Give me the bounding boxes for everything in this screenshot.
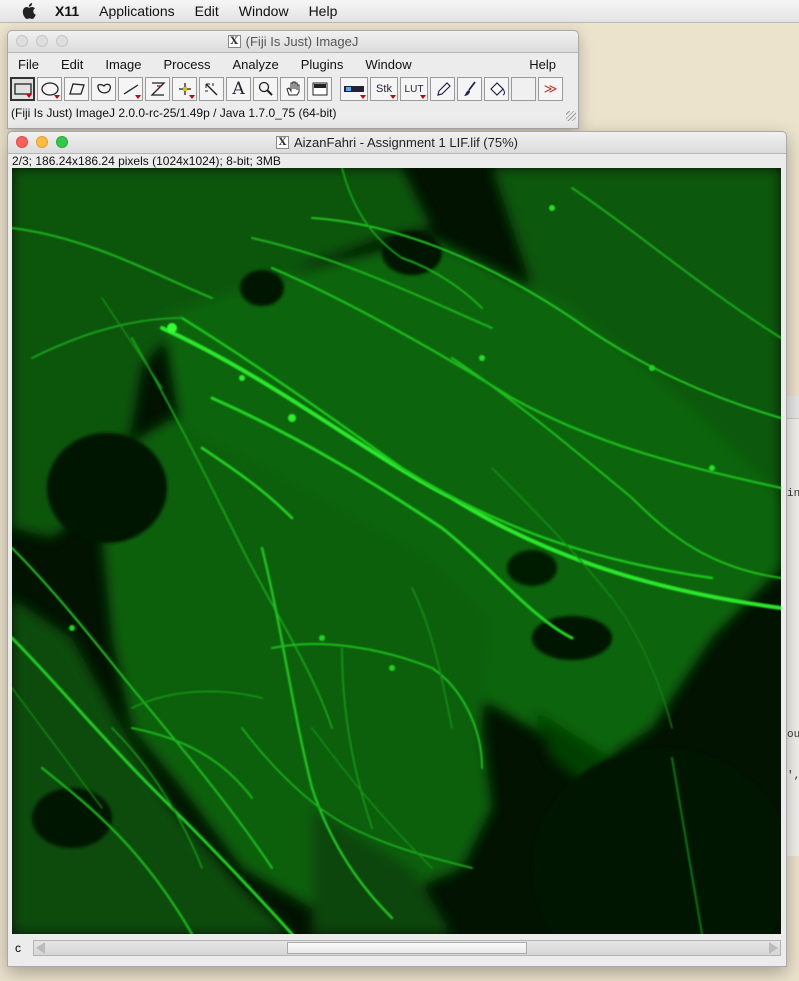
background-text-fragment: ', xyxy=(787,770,799,782)
lut-menu-tool[interactable]: LUT xyxy=(400,77,428,101)
lut-label: LUT xyxy=(404,83,424,95)
flood-fill-icon[interactable] xyxy=(484,77,509,101)
image-title-bar[interactable]: X AizanFahri - Assignment 1 LIF.lif (75%… xyxy=(8,132,786,154)
status-text: (Fiji Is Just) ImageJ 2.0.0-rc-25/1.49p … xyxy=(11,106,337,120)
resize-grip-icon[interactable] xyxy=(566,111,576,121)
image-info-line: 2/3; 186.24x186.24 pixels (1024x1024); 8… xyxy=(12,154,281,168)
channel-slider[interactable] xyxy=(33,940,781,956)
freehand-selection-icon[interactable] xyxy=(91,77,116,101)
menu-file[interactable]: File xyxy=(8,57,49,72)
imagej-status-bar: (Fiji Is Just) ImageJ 2.0.0-rc-25/1.49p … xyxy=(8,103,578,123)
menu-applications[interactable]: Applications xyxy=(99,3,175,19)
menu-image[interactable]: Image xyxy=(93,57,151,72)
background-text-fragment: out xyxy=(787,729,799,741)
background-text-fragment: in xyxy=(787,488,799,500)
channel-label: c xyxy=(15,941,21,955)
minimize-button[interactable] xyxy=(36,35,48,47)
text-tool-icon[interactable]: A xyxy=(226,77,251,101)
more-tools-icon[interactable]: ≫ xyxy=(538,77,563,101)
image-window: X AizanFahri - Assignment 1 LIF.lif (75%… xyxy=(7,131,787,967)
window-title: AizanFahri - Assignment 1 LIF.lif (75%) xyxy=(294,135,518,150)
polygon-selection-icon[interactable] xyxy=(64,77,89,101)
micrograph-svg xyxy=(12,168,781,934)
menu-edit[interactable]: Edit xyxy=(49,57,93,72)
scroll-left-icon[interactable] xyxy=(36,942,45,954)
menu-analyze[interactable]: Analyze xyxy=(220,57,288,72)
scroll-right-icon[interactable] xyxy=(769,942,778,954)
imagej-menu-bar: File Edit Image Process Analyze Plugins … xyxy=(8,53,578,75)
close-button[interactable] xyxy=(16,35,28,47)
channel-slider-thumb[interactable] xyxy=(287,942,527,954)
close-button[interactable] xyxy=(16,136,28,148)
apple-icon[interactable] xyxy=(21,3,37,19)
rectangle-selection-icon[interactable] xyxy=(10,77,35,101)
developer-menu-tool[interactable] xyxy=(340,77,368,101)
imagej-toolbar-window: X (Fiji Is Just) ImageJ File Edit Image … xyxy=(7,30,579,129)
zoom-button[interactable] xyxy=(56,136,68,148)
magnifying-glass-icon[interactable] xyxy=(253,77,278,101)
point-tool-icon[interactable] xyxy=(172,77,197,101)
pencil-icon[interactable] xyxy=(430,77,455,101)
stk-label: Stk xyxy=(376,83,392,95)
oval-selection-icon[interactable] xyxy=(37,77,62,101)
hand-scroll-icon[interactable] xyxy=(280,77,305,101)
wand-tool-icon[interactable] xyxy=(199,77,224,101)
zoom-button[interactable] xyxy=(56,35,68,47)
angle-tool-icon[interactable] xyxy=(145,77,170,101)
stack-menu-tool[interactable]: Stk xyxy=(370,77,398,101)
minimize-button[interactable] xyxy=(36,136,48,148)
channel-scroll-row: c xyxy=(12,938,781,958)
line-selection-icon[interactable] xyxy=(118,77,143,101)
color-picker-icon[interactable] xyxy=(307,77,332,101)
menu-help[interactable]: Help xyxy=(519,57,566,72)
menu-app-x11[interactable]: X11 xyxy=(55,3,79,19)
x11-icon: X xyxy=(276,136,289,149)
fluorescence-image-canvas[interactable] xyxy=(12,168,781,934)
menu-edit[interactable]: Edit xyxy=(195,3,219,19)
menu-window[interactable]: Window xyxy=(239,3,289,19)
tool-bar: A Stk LUT ≫ xyxy=(8,75,578,103)
menu-help[interactable]: Help xyxy=(309,3,338,19)
imagej-title-bar[interactable]: X (Fiji Is Just) ImageJ xyxy=(8,31,578,53)
menu-process[interactable]: Process xyxy=(152,57,221,72)
empty-tool-slot xyxy=(511,77,536,101)
paintbrush-icon[interactable] xyxy=(457,77,482,101)
menu-plugins[interactable]: Plugins xyxy=(289,57,354,72)
menu-window[interactable]: Window xyxy=(353,57,421,72)
mac-menu-bar: X11 Applications Edit Window Help xyxy=(0,0,799,23)
background-document-header xyxy=(785,396,799,419)
window-title: (Fiji Is Just) ImageJ xyxy=(245,34,359,49)
x11-icon: X xyxy=(227,35,241,48)
